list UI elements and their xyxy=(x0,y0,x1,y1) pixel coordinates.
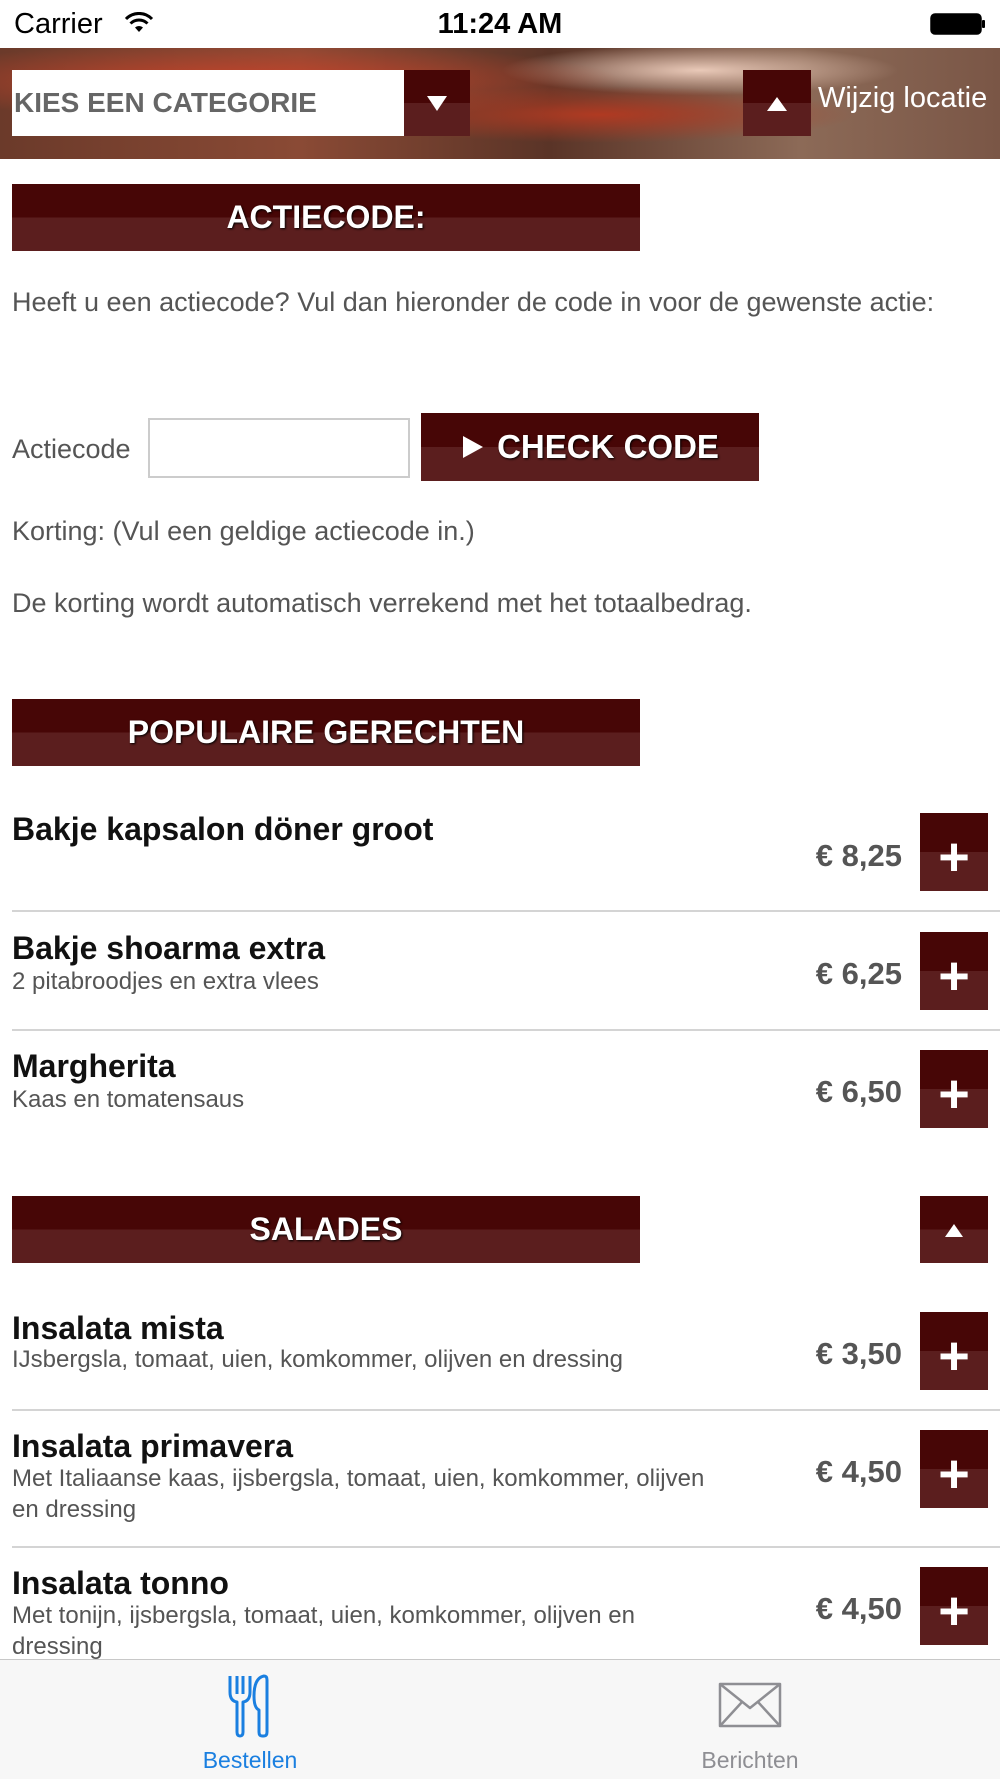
item-name: Bakje kapsalon döner groot xyxy=(12,811,434,847)
change-location-label[interactable]: Wijzig locatie xyxy=(818,82,987,115)
tab-label: Bestellen xyxy=(202,1747,298,1773)
item-description: 2 pitabroodjes en extra vlees xyxy=(12,968,319,995)
category-select[interactable]: KIES EEN CATEGORIE xyxy=(12,70,404,136)
item-description: IJsbergsla, tomaat, uien, komkommer, oli… xyxy=(12,1346,623,1373)
category-dropdown-button[interactable] xyxy=(404,70,470,136)
item-price: € 6,25 xyxy=(815,956,902,991)
actiecode-intro: Heeft u een actiecode? Vul dan hieronder… xyxy=(12,287,935,317)
header-banner: KIES EEN CATEGORIE Wijzig locatie xyxy=(0,48,1000,159)
tab-bestellen[interactable]: Bestellen xyxy=(0,1660,500,1779)
chevron-down-icon xyxy=(427,96,447,111)
divider xyxy=(12,1409,1000,1411)
triangle-up-icon xyxy=(767,97,787,111)
item-name: Bakje shoarma extra xyxy=(12,930,326,966)
divider xyxy=(12,1546,1000,1548)
check-code-button[interactable]: CHECK CODE xyxy=(421,413,759,481)
tab-bar: Bestellen Berichten xyxy=(0,1659,1000,1779)
collapse-section-button[interactable] xyxy=(920,1196,988,1263)
salades-header: SALADES xyxy=(12,1196,640,1263)
discount-status: Korting: (Vul een geldige actiecode in.) xyxy=(12,516,475,546)
battery-icon xyxy=(930,13,985,35)
add-to-cart-button[interactable]: + xyxy=(920,813,988,891)
add-to-cart-button[interactable]: + xyxy=(920,1430,988,1508)
item-price: € 3,50 xyxy=(815,1336,902,1371)
fork-knife-icon xyxy=(228,1674,269,1738)
actiecode-input[interactable] xyxy=(148,418,410,478)
item-price: € 4,50 xyxy=(815,1591,902,1626)
divider xyxy=(12,910,1000,912)
item-name: Insalata tonno xyxy=(12,1565,229,1601)
status-bar: Carrier 11:24 AM xyxy=(0,0,1000,48)
item-description: Kaas en tomatensaus xyxy=(12,1086,245,1113)
actiecode-header: ACTIECODE: xyxy=(12,184,640,251)
play-icon xyxy=(463,436,484,458)
item-price: € 4,50 xyxy=(815,1454,902,1489)
item-name: Margherita xyxy=(12,1048,176,1084)
item-description: Met Italiaanse kaas, ijsbergsla, tomaat,… xyxy=(12,1465,705,1523)
item-price: € 6,50 xyxy=(815,1074,902,1109)
clock: 11:24 AM xyxy=(437,8,563,40)
item-description: Met tonijn, ijsbergsla, tomaat, uien, ko… xyxy=(12,1602,635,1660)
add-to-cart-button[interactable]: + xyxy=(920,1567,988,1645)
add-to-cart-button[interactable]: + xyxy=(920,1050,988,1128)
divider xyxy=(12,1029,1000,1031)
tab-label: Berichten xyxy=(701,1747,799,1773)
category-select-value: KIES EEN CATEGORIE xyxy=(14,87,317,118)
envelope-icon xyxy=(718,1682,782,1728)
actiecode-input-label: Actiecode xyxy=(12,434,131,464)
item-name: Insalata mista xyxy=(12,1310,224,1346)
add-to-cart-button[interactable]: + xyxy=(920,1312,988,1390)
triangle-up-icon xyxy=(945,1224,963,1237)
item-price: € 8,25 xyxy=(815,838,902,873)
popular-dishes-header: POPULAIRE GERECHTEN xyxy=(12,699,640,766)
discount-note: De korting wordt automatisch verrekend m… xyxy=(12,588,752,618)
item-name: Insalata primavera xyxy=(12,1428,294,1464)
check-code-label: CHECK CODE xyxy=(497,428,719,465)
change-location-button[interactable] xyxy=(743,70,811,136)
tab-berichten[interactable]: Berichten xyxy=(500,1660,1000,1779)
add-to-cart-button[interactable]: + xyxy=(920,932,988,1010)
